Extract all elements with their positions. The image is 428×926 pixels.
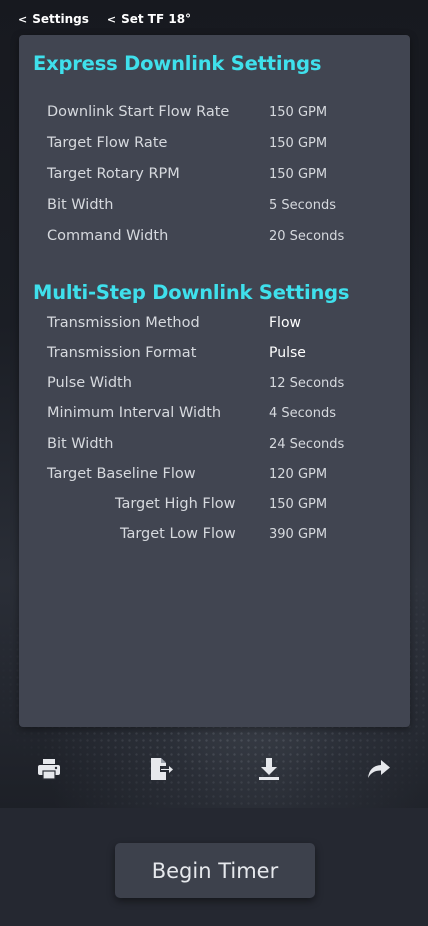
breadcrumb-set-tf[interactable]: < Set TF 18° — [107, 12, 191, 26]
row-label: Pulse Width — [47, 375, 132, 391]
share-button[interactable] — [362, 752, 396, 786]
multistep-row: Minimum Interval Width 4 Seconds — [19, 405, 410, 427]
row-value: 5 Seconds — [269, 198, 337, 213]
breadcrumb: < Settings < Set TF 18° — [18, 10, 191, 28]
row-label: Target High Flow — [115, 496, 236, 512]
row-label: Transmission Format — [47, 345, 197, 361]
row-value: 12 Seconds — [269, 376, 345, 391]
express-section-title: Express Downlink Settings — [33, 52, 322, 75]
multistep-row: Transmission Method Flow — [19, 315, 410, 337]
print-icon — [38, 759, 60, 780]
breadcrumb-label: Settings — [32, 12, 89, 26]
row-label: Target Low Flow — [120, 526, 236, 542]
download-icon — [259, 758, 279, 780]
chevron-left-icon: < — [18, 12, 28, 26]
breadcrumb-label: Set TF 18° — [121, 12, 192, 26]
row-value: Flow — [269, 315, 301, 331]
share-icon — [368, 760, 390, 778]
multistep-row: Target Low Flow 390 GPM — [19, 526, 410, 548]
print-button[interactable] — [32, 752, 66, 786]
multistep-row: Pulse Width 12 Seconds — [19, 375, 410, 397]
row-label: Target Baseline Flow — [47, 466, 196, 482]
row-value: 150 GPM — [269, 497, 328, 512]
chevron-left-icon: < — [106, 12, 117, 26]
export-button[interactable] — [144, 752, 178, 786]
multistep-section-title: Multi-Step Downlink Settings — [33, 281, 350, 304]
row-value: 120 GPM — [269, 467, 328, 482]
multistep-row: Target High Flow 150 GPM — [19, 496, 410, 518]
download-button[interactable] — [252, 752, 286, 786]
multistep-row: Target Baseline Flow 120 GPM — [19, 466, 410, 488]
multistep-row: Transmission Format Pulse — [19, 345, 410, 367]
begin-timer-button[interactable]: Begin Timer — [115, 843, 315, 898]
row-label: Target Flow Rate — [47, 135, 168, 151]
row-label: Downlink Start Flow Rate — [47, 104, 230, 120]
row-value: 150 GPM — [269, 136, 328, 151]
settings-panel: Express Downlink Settings Downlink Start… — [19, 35, 410, 727]
row-label: Minimum Interval Width — [47, 405, 222, 421]
row-label: Command Width — [47, 228, 169, 244]
express-row: Bit Width 5 Seconds — [19, 197, 410, 219]
express-row: Command Width 20 Seconds — [19, 228, 410, 250]
export-file-icon — [151, 758, 173, 780]
row-label: Bit Width — [47, 197, 114, 213]
row-value: 20 Seconds — [269, 229, 345, 244]
express-row: Target Flow Rate 150 GPM — [19, 135, 410, 157]
row-value: 390 GPM — [269, 527, 328, 542]
row-value: Pulse — [269, 345, 306, 361]
row-value: 4 Seconds — [269, 406, 337, 421]
row-label: Transmission Method — [47, 315, 200, 331]
multistep-row: Bit Width 24 Seconds — [19, 436, 410, 458]
row-label: Bit Width — [47, 436, 114, 452]
express-row: Downlink Start Flow Rate 150 GPM — [19, 104, 410, 126]
breadcrumb-settings[interactable]: < Settings — [18, 12, 89, 26]
express-row: Target Rotary RPM 150 GPM — [19, 166, 410, 188]
row-label: Target Rotary RPM — [47, 166, 180, 182]
row-value: 150 GPM — [269, 105, 328, 120]
action-toolbar — [0, 752, 428, 786]
row-value: 24 Seconds — [269, 437, 345, 452]
row-value: 150 GPM — [269, 167, 328, 182]
